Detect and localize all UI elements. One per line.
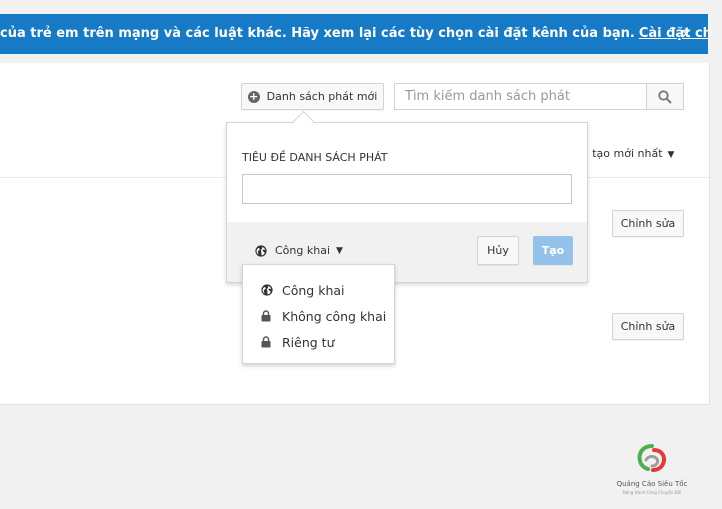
- privacy-option-unlisted[interactable]: Không công khai: [243, 303, 394, 329]
- watermark-logo: Quảng Cáo Siêu Tốc Nâng Hành Công Chuyển…: [606, 440, 698, 500]
- watermark-tagline: Nâng Hành Công Chuyển Đổi: [622, 490, 682, 495]
- search-icon: [658, 89, 672, 104]
- playlist-title-label: TIÊU ĐỀ DANH SÁCH PHÁT: [242, 151, 388, 164]
- sort-dropdown[interactable]: ã tạo mới nhất ▼: [582, 147, 674, 160]
- sort-label: ã tạo mới nhất: [582, 147, 663, 160]
- playlist-search: [394, 83, 684, 110]
- chevron-down-icon: ▼: [667, 150, 675, 160]
- lock-icon: [261, 336, 273, 348]
- globe-icon: [255, 244, 267, 257]
- new-playlist-label: Danh sách phát mới: [266, 90, 378, 103]
- create-button[interactable]: Tạo: [533, 236, 573, 265]
- new-playlist-button[interactable]: + Danh sách phát mới: [241, 83, 384, 110]
- banner-message: của trẻ em trên mạng và các luật khác. H…: [0, 14, 708, 54]
- privacy-option-private[interactable]: Riêng tư: [243, 329, 394, 355]
- create-playlist-dialog: TIÊU ĐỀ DANH SÁCH PHÁT Công khai ▼ Hủy T…: [226, 122, 588, 283]
- chevron-down-icon: ▼: [336, 245, 343, 256]
- edit-button[interactable]: Chỉnh sửa: [612, 210, 684, 237]
- lock-icon: [261, 310, 273, 322]
- privacy-menu: Công khai Không công khai Riêng tư: [242, 264, 395, 364]
- close-icon[interactable]: ×: [680, 14, 692, 54]
- notification-banner: của trẻ em trên mạng và các luật khác. H…: [0, 14, 708, 54]
- playlist-title-input[interactable]: [242, 174, 572, 204]
- search-button[interactable]: [646, 84, 683, 109]
- privacy-option-public[interactable]: Công khai: [243, 277, 394, 303]
- search-input[interactable]: [395, 84, 647, 109]
- logo-mark: [637, 444, 666, 472]
- globe-icon: [261, 284, 273, 296]
- privacy-selected-label: Công khai: [275, 244, 330, 257]
- banner-text: của trẻ em trên mạng và các luật khác. H…: [0, 26, 635, 41]
- privacy-option-label: Không công khai: [282, 308, 387, 324]
- plus-circle-icon: +: [247, 89, 260, 103]
- cancel-button[interactable]: Hủy: [477, 236, 519, 265]
- privacy-dropdown[interactable]: Công khai ▼: [255, 244, 343, 257]
- privacy-option-label: Riêng tư: [282, 334, 335, 350]
- edit-button[interactable]: Chỉnh sửa: [612, 313, 684, 340]
- privacy-option-label: Công khai: [282, 282, 345, 298]
- watermark-name: Quảng Cáo Siêu Tốc: [616, 480, 688, 488]
- channel-settings-link[interactable]: Cài đặt cho kênh: [639, 26, 708, 41]
